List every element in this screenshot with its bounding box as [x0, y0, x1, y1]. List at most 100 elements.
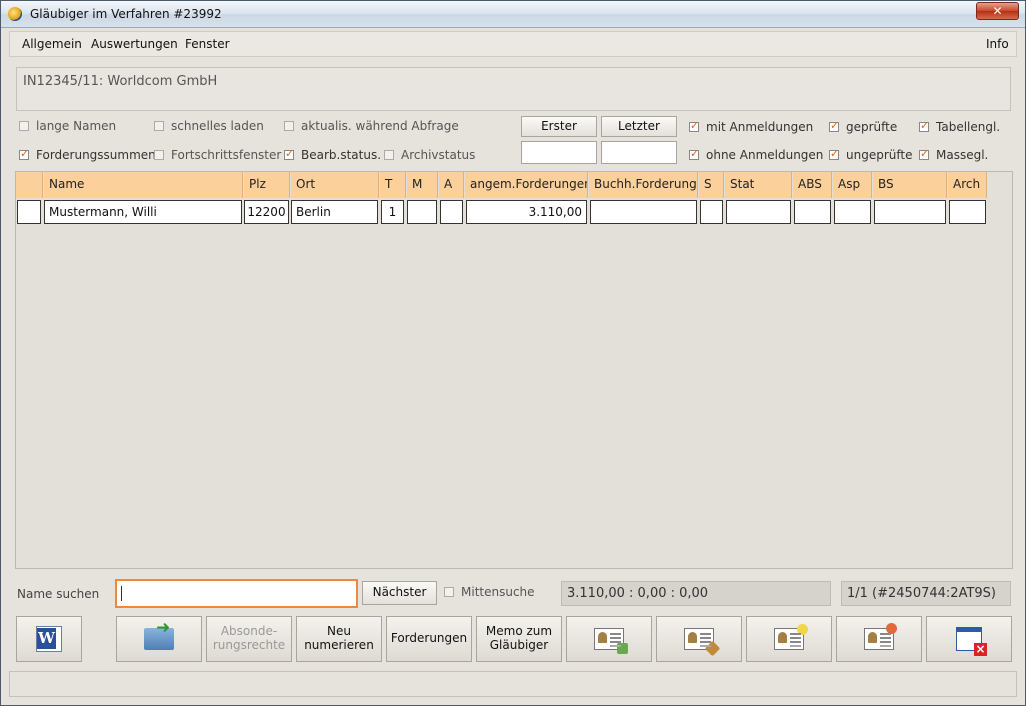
- checkbox-label: ungeprüfte: [846, 148, 913, 162]
- column-header[interactable]: ABS: [793, 172, 832, 198]
- folder-export-button[interactable]: [116, 616, 202, 662]
- letzter-button[interactable]: Letzter: [601, 116, 677, 137]
- record-readout: 1/1 (#2450744:2AT9S): [841, 581, 1011, 606]
- checkbox-mittensuche[interactable]: Mittensuche: [444, 585, 535, 599]
- checkbox-schnelles-laden[interactable]: schnelles laden: [154, 119, 264, 133]
- checkbox-box: [384, 150, 394, 160]
- column-header[interactable]: Plz: [244, 172, 290, 198]
- checkbox-bearb-status[interactable]: Bearb.status.: [284, 147, 382, 162]
- checkbox-archivstatus[interactable]: Archivstatus: [384, 148, 475, 162]
- checkbox-box: [919, 147, 929, 160]
- word-icon: [36, 626, 62, 652]
- table-cell[interactable]: [590, 200, 697, 224]
- column-header[interactable]: Ort: [291, 172, 379, 198]
- card-export-button[interactable]: [566, 616, 652, 662]
- table-cell[interactable]: [440, 200, 463, 224]
- close-window-button[interactable]: ✕: [976, 2, 1019, 20]
- table-cell[interactable]: Mustermann, Willi: [44, 200, 242, 224]
- menu-auswertungen[interactable]: Auswertungen: [91, 37, 178, 51]
- menu-fenster[interactable]: Fenster: [185, 37, 230, 51]
- checkbox-box: [919, 119, 929, 132]
- name-search-input[interactable]: [115, 579, 358, 608]
- column-header[interactable]: Buchh.Forderung: [589, 172, 698, 198]
- card-stack-button[interactable]: [836, 616, 922, 662]
- sums-readout: 3.110,00 : 0,00 : 0,00: [561, 581, 831, 606]
- card-edit-button[interactable]: [656, 616, 742, 662]
- text-cursor: [121, 586, 122, 601]
- checkbox-label: mit Anmeldungen: [706, 120, 814, 134]
- checkbox-forderungssummen[interactable]: Forderungssummen: [19, 147, 156, 162]
- checkbox-fortschrittsfenster[interactable]: Fortschrittsfenster: [154, 148, 281, 162]
- title-bar: Gläubiger im Verfahren #23992 ✕: [1, 1, 1025, 28]
- column-header[interactable]: [16, 172, 43, 198]
- checkbox-label: lange Namen: [36, 119, 117, 133]
- table-cell[interactable]: [726, 200, 791, 224]
- column-header[interactable]: Arch: [948, 172, 987, 198]
- checkbox-box: [154, 150, 164, 160]
- table-cell[interactable]: [407, 200, 437, 224]
- table-cell[interactable]: 12200: [244, 200, 289, 224]
- column-header[interactable]: Stat: [725, 172, 792, 198]
- checkbox-label: Bearb.status.: [301, 148, 382, 162]
- erster-field[interactable]: [521, 141, 597, 164]
- table-cell[interactable]: [17, 200, 41, 224]
- column-header[interactable]: S: [699, 172, 724, 198]
- checkbox-label: schnelles laden: [171, 119, 264, 133]
- creditor-table: Name Plz Ort T M A angem.Forderungen Buc…: [15, 171, 1013, 569]
- app-icon: [8, 7, 22, 21]
- column-header[interactable]: Asp: [833, 172, 872, 198]
- menu-info[interactable]: Info: [986, 37, 1009, 51]
- table-cell[interactable]: 1: [381, 200, 404, 224]
- table-cell[interactable]: [700, 200, 723, 224]
- forderungen-button[interactable]: Forderungen: [386, 616, 472, 662]
- memo-button[interactable]: Memo zum Gläubiger: [476, 616, 562, 662]
- id-card-export-icon: [594, 628, 628, 654]
- word-export-button[interactable]: [16, 616, 82, 662]
- checkbox-mit-anmeldungen[interactable]: mit Anmeldungen: [689, 119, 814, 134]
- checkbox-box: [284, 147, 294, 160]
- table-cell[interactable]: [834, 200, 871, 224]
- checkbox-lange-namen[interactable]: lange Namen: [19, 119, 116, 133]
- window-close-icon: [956, 627, 987, 656]
- table-cell[interactable]: [874, 200, 946, 224]
- neu-numerieren-button[interactable]: Neu numerieren: [296, 616, 382, 662]
- table-cell[interactable]: Berlin: [291, 200, 378, 224]
- column-header[interactable]: BS: [873, 172, 947, 198]
- menu-allgemein[interactable]: Allgemein: [22, 37, 82, 51]
- case-title: IN12345/11: Worldcom GmbH: [23, 74, 218, 89]
- column-header[interactable]: A: [439, 172, 464, 198]
- checkbox-tabellengl[interactable]: Tabellengl.: [919, 119, 1001, 134]
- table-cell[interactable]: [949, 200, 986, 224]
- checkbox-massegl[interactable]: Massegl.: [919, 147, 989, 162]
- checkbox-label: Tabellengl.: [936, 120, 1001, 134]
- card-new-button[interactable]: [746, 616, 832, 662]
- search-label: Name suchen: [17, 587, 100, 601]
- checkbox-box: [689, 147, 699, 160]
- column-header[interactable]: angem.Forderungen: [465, 172, 588, 198]
- letzter-field[interactable]: [601, 141, 677, 164]
- checkbox-ohne-anmeldungen[interactable]: ohne Anmeldungen: [689, 147, 823, 162]
- window-title: Gläubiger im Verfahren #23992: [30, 7, 222, 21]
- id-card-new-icon: [774, 624, 808, 650]
- checkbox-aktualis[interactable]: aktualis. während Abfrage: [284, 119, 459, 133]
- close-dialog-button[interactable]: [926, 616, 1012, 662]
- id-card-stack-icon: [864, 623, 897, 650]
- checkbox-gepruefte[interactable]: geprüfte: [829, 119, 897, 134]
- checkbox-label: Archivstatus: [401, 148, 476, 162]
- checkbox-label: Mittensuche: [461, 585, 535, 599]
- checkbox-box: [829, 119, 839, 132]
- table-cell[interactable]: [794, 200, 831, 224]
- column-header[interactable]: M: [407, 172, 438, 198]
- absonderungsrechte-button[interactable]: Absonde- rungsrechte: [206, 616, 292, 662]
- menu-bar: Allgemein Auswertungen Fenster Info: [9, 31, 1017, 57]
- next-button[interactable]: Nächster: [362, 581, 437, 605]
- erster-button[interactable]: Erster: [521, 116, 597, 137]
- status-bar: [9, 671, 1017, 697]
- column-header[interactable]: T: [380, 172, 406, 198]
- checkbox-label: Massegl.: [936, 148, 989, 162]
- checkbox-box: [689, 119, 699, 132]
- checkbox-ungepruefte[interactable]: ungeprüfte: [829, 147, 913, 162]
- table-cell[interactable]: 3.110,00: [466, 200, 587, 224]
- checkbox-label: Fortschrittsfenster: [171, 148, 282, 162]
- column-header[interactable]: Name: [44, 172, 243, 198]
